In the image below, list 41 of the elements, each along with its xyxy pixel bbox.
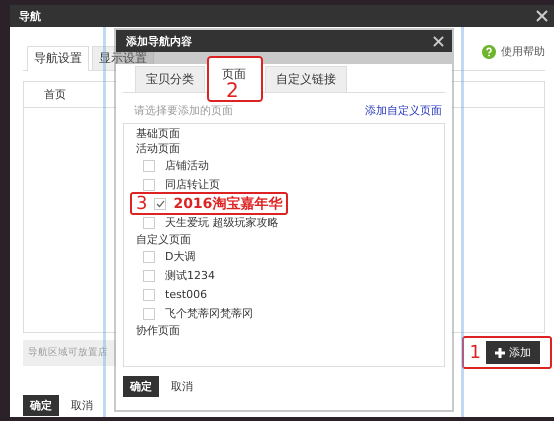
item-label: 天生爱玩 超级玩家攻略 (165, 215, 278, 230)
table-cell: 首页 (44, 88, 66, 101)
item-label: 同店转让页 (165, 177, 220, 192)
annotation-number: 3 (136, 193, 148, 214)
tab[interactable]: 宝贝分类 (135, 66, 205, 92)
tab[interactable]: 导航设置 (27, 46, 89, 71)
group-label: 活动页面 (136, 141, 181, 156)
item-label: 测试1234 (165, 268, 215, 283)
tab[interactable]: 自定义链接 (265, 66, 347, 92)
annotation-number: 1 (470, 342, 481, 363)
checkbox[interactable] (143, 270, 155, 282)
checkbox[interactable] (143, 250, 155, 262)
checkbox[interactable] (143, 308, 155, 320)
help-icon[interactable] (482, 44, 496, 58)
prompt-text: 请选择要添加的页面 (134, 103, 233, 118)
close-icon[interactable] (536, 10, 548, 22)
checkbox[interactable] (143, 288, 155, 300)
dialog-title: 添加导航内容 (126, 34, 192, 48)
window-title: 导航 (19, 8, 41, 24)
add-button[interactable]: 添加 (486, 341, 540, 364)
help-link[interactable]: 使用帮助 (501, 44, 545, 59)
checkbox[interactable] (143, 160, 155, 172)
item-label: 店铺活动 (165, 158, 209, 173)
checkbox[interactable] (143, 178, 155, 190)
group-label: 自定义页面 (136, 232, 192, 247)
cancel-button[interactable]: 取消 (65, 395, 99, 416)
ok-button[interactable]: 确定 (23, 395, 59, 416)
group-label: 基础页面 (136, 126, 181, 141)
item-label: D大调 (165, 249, 196, 264)
cancel-button[interactable]: 取消 (165, 376, 199, 397)
item-label: test006 (165, 288, 208, 301)
group-label: 协作页面 (136, 323, 181, 338)
add-custom-page-link[interactable]: 添加自定义页面 (365, 103, 442, 118)
item-label: 2016淘宝嘉年华 (173, 194, 282, 212)
checkbox[interactable] (143, 216, 155, 228)
item-label: 飞个梵蒂冈梵蒂冈 (165, 306, 253, 321)
close-icon[interactable] (433, 36, 444, 46)
ok-button[interactable]: 确定 (123, 376, 159, 397)
plus-icon (495, 348, 505, 358)
checkbox[interactable] (154, 198, 166, 210)
hint-text: 导航区域可放置店 (28, 346, 108, 359)
